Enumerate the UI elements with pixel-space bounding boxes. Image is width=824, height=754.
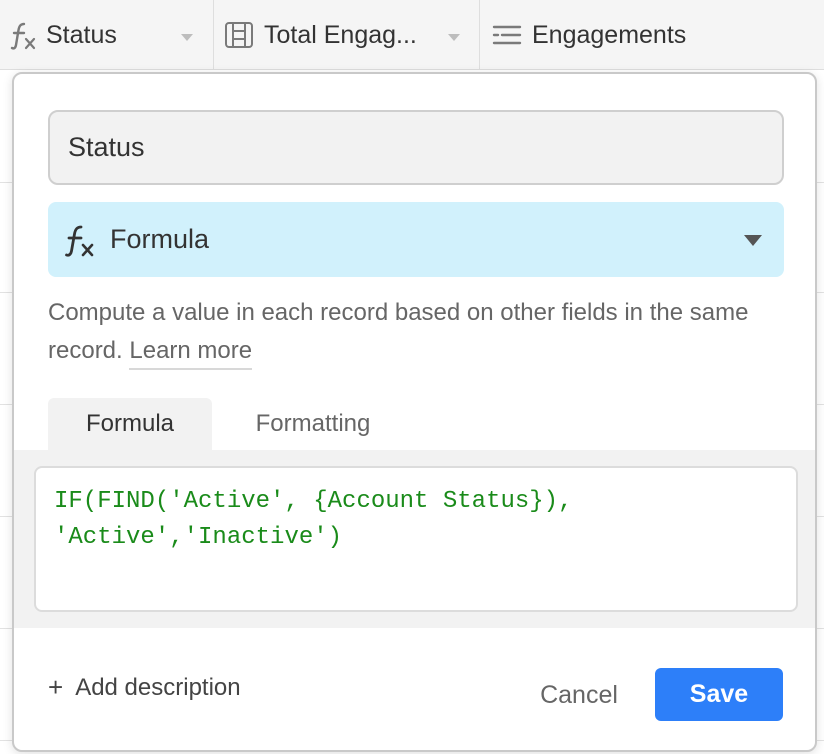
column-header-label: Engagements <box>532 20 687 49</box>
chevron-down-icon <box>744 235 762 246</box>
column-header-status[interactable]: Status <box>0 0 214 70</box>
column-header-engagements[interactable]: Engagements <box>480 0 824 70</box>
field-type-description: Compute a value in each record based on … <box>48 294 788 370</box>
field-type-select[interactable]: Formula <box>48 202 784 277</box>
save-button[interactable]: Save <box>655 668 783 721</box>
field-type-label: Formula <box>110 224 210 254</box>
tab-formula[interactable]: Formula <box>48 398 212 450</box>
column-header-label: Total Engag... <box>264 20 417 49</box>
field-config-dialog: Formula Compute a value in each record b… <box>12 72 817 752</box>
plus-icon: + <box>48 672 64 702</box>
formula-icon <box>64 223 94 257</box>
formula-tabs: Formula Formatting <box>14 398 815 450</box>
learn-more-link[interactable]: Learn more <box>129 337 253 370</box>
add-description-button[interactable]: + Add description <box>48 672 241 703</box>
chevron-down-icon[interactable] <box>448 34 460 41</box>
cancel-button[interactable]: Cancel <box>524 672 634 718</box>
field-name-input[interactable] <box>48 110 784 185</box>
column-header-total-engagements[interactable]: Total Engag... <box>214 0 480 70</box>
rollup-icon <box>224 21 254 49</box>
grid-header: Status Total Engag... Engagements <box>0 0 824 70</box>
formula-icon <box>10 20 36 50</box>
tab-formatting[interactable]: Formatting <box>228 398 398 450</box>
linked-list-icon <box>492 23 522 47</box>
add-description-label: Add description <box>75 673 241 701</box>
formula-editor[interactable]: IF(FIND('Active', {Account Status}), 'Ac… <box>34 466 798 612</box>
column-header-label: Status <box>46 20 117 49</box>
chevron-down-icon[interactable] <box>181 34 193 41</box>
formula-editor-panel: IF(FIND('Active', {Account Status}), 'Ac… <box>14 450 815 628</box>
